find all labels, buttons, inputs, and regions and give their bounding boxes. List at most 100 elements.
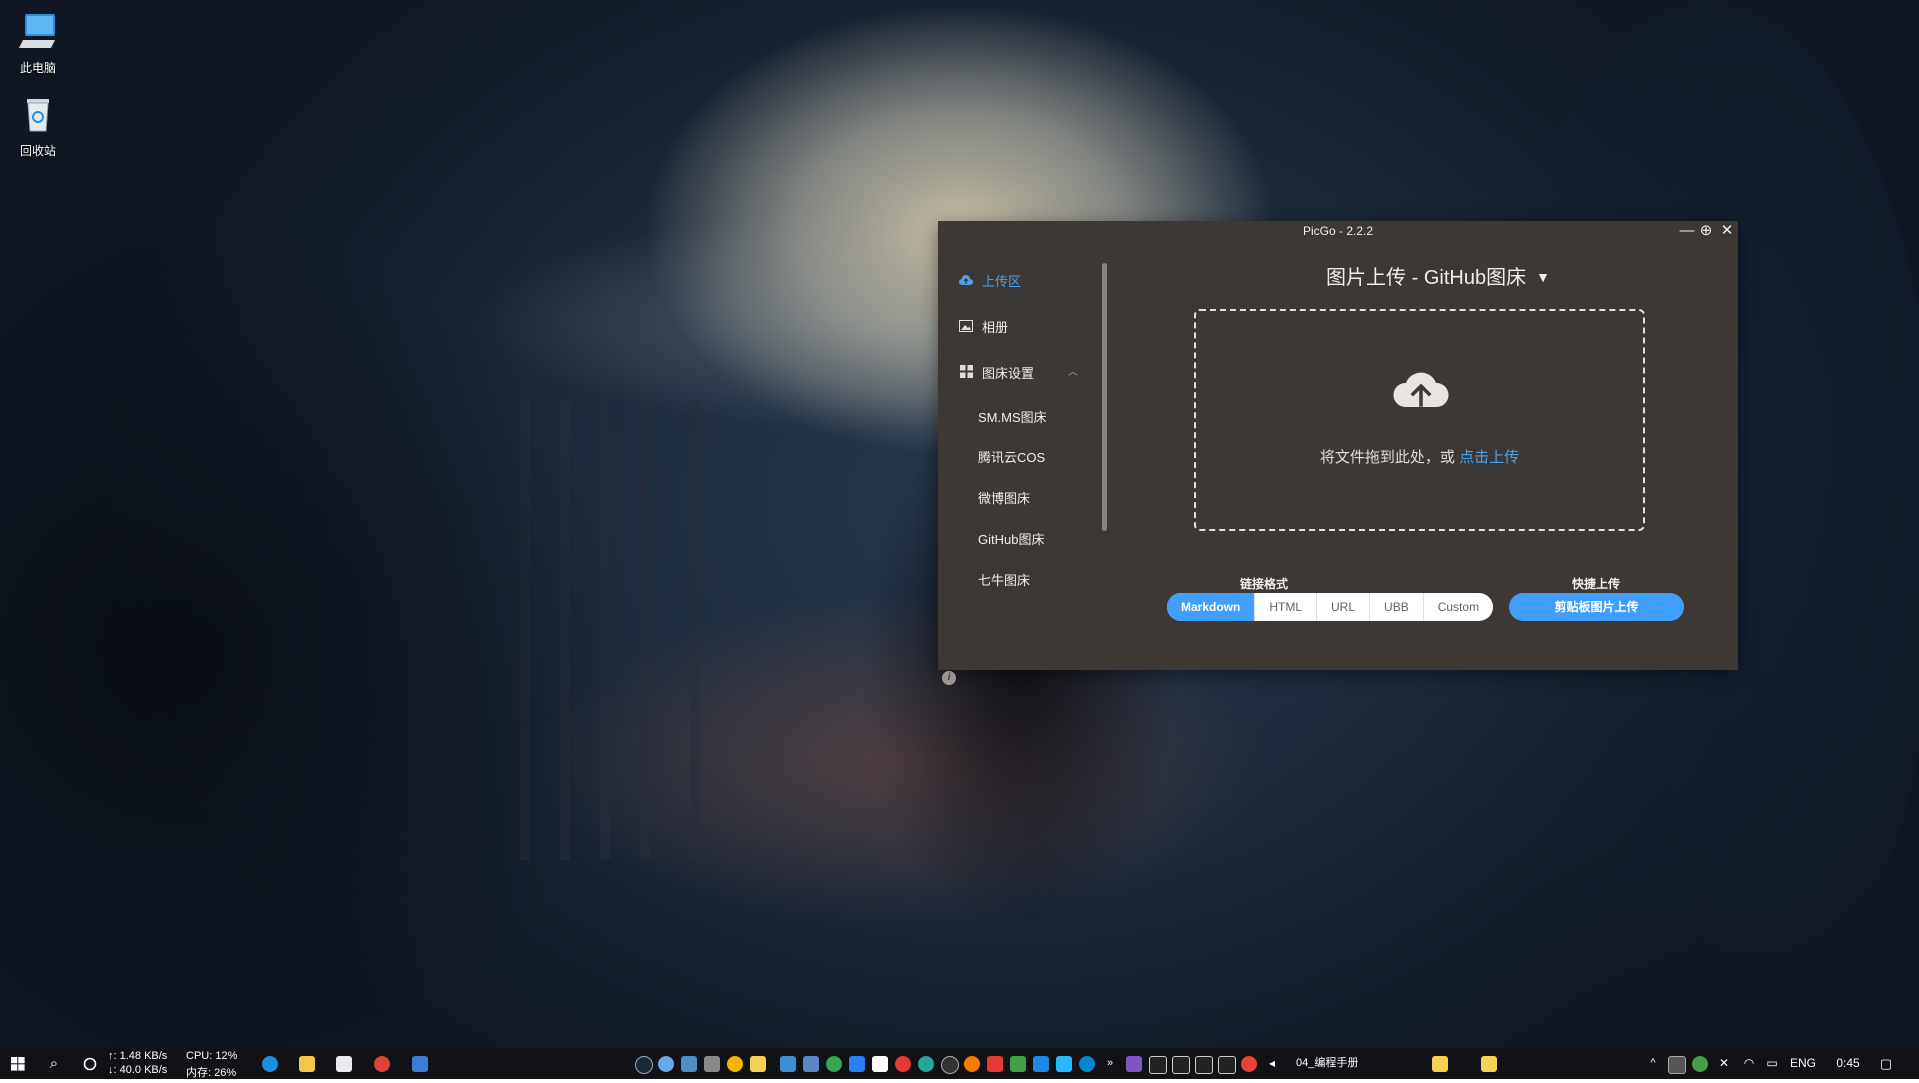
net-upload-speed: ↑: 1.48 KB/s: [108, 1050, 168, 1062]
cloud-upload-icon: [1393, 372, 1449, 407]
tray-app-icon[interactable]: [1056, 1056, 1072, 1072]
notification-center-icon[interactable]: ▢: [1874, 1048, 1898, 1079]
intellij-icon[interactable]: [1149, 1056, 1167, 1074]
tray-app-icon[interactable]: [780, 1056, 796, 1072]
notes-icon[interactable]: [1432, 1056, 1448, 1072]
taskbar-window-label[interactable]: 04_编程手册: [1296, 1048, 1376, 1079]
tray-app-icon[interactable]: [727, 1056, 743, 1072]
tray-app-icon[interactable]: [681, 1056, 697, 1072]
edge-browser-icon[interactable]: [262, 1056, 278, 1072]
picgo-window: PicGo - 2.2.2 — ⊕ ✕ 上传区 相册 图床设置 ︿ SM.MS图…: [938, 221, 1738, 685]
format-custom-button[interactable]: Custom: [1424, 593, 1493, 621]
start-button[interactable]: [6, 1048, 30, 1079]
format-url-button[interactable]: URL: [1317, 593, 1371, 621]
tray-app-icon[interactable]: [803, 1056, 819, 1072]
net-download-speed: ↓: 40.0 KB/s: [108, 1064, 168, 1076]
link-format-label: 链接格式: [1240, 577, 1289, 591]
sidebar-item-smms[interactable]: SM.MS图床: [978, 408, 1047, 428]
search-icon[interactable]: ⌕: [42, 1048, 66, 1079]
memory-usage: 内存: 26%: [186, 1067, 237, 1079]
tray-chevron-up-icon[interactable]: ^: [1645, 1048, 1661, 1079]
quick-upload-label: 快捷上传: [1572, 577, 1621, 591]
sidebar-scrollbar[interactable]: [1102, 263, 1107, 531]
sidebar-item-gallery[interactable]: 相册: [958, 317, 1008, 339]
language-indicator[interactable]: ENG: [1786, 1048, 1820, 1079]
tray-app-icon[interactable]: [1668, 1056, 1686, 1074]
tray-app-icon[interactable]: [1033, 1056, 1049, 1072]
tray-app-icon[interactable]: [826, 1056, 842, 1072]
picgo-taskbar-icon[interactable]: [412, 1056, 428, 1072]
cpu-usage: CPU: 12%: [186, 1050, 238, 1062]
pycharm-icon[interactable]: [1195, 1056, 1213, 1074]
wifi-icon[interactable]: ◠: [1740, 1048, 1758, 1079]
grid-icon: [958, 363, 974, 385]
tray-app-icon[interactable]: [1692, 1056, 1708, 1072]
wallpaper-railing: [690, 400, 700, 860]
cortana-button[interactable]: [78, 1048, 102, 1079]
dropzone-hint: 将文件拖到此处，或 点击上传: [1196, 446, 1643, 467]
visual-studio-icon[interactable]: [1126, 1056, 1142, 1072]
desktop-icon-label: 此电脑: [19, 61, 56, 75]
overflow-chevron-icon[interactable]: »: [1100, 1048, 1120, 1079]
computer-icon: [19, 14, 55, 48]
datagrip-icon[interactable]: [1172, 1056, 1190, 1074]
tray-app-icon[interactable]: [987, 1056, 1003, 1072]
format-ubb-button[interactable]: UBB: [1370, 593, 1424, 621]
tray-app-icon[interactable]: [1241, 1056, 1257, 1072]
link-format-group: Markdown HTML URL UBB Custom: [1167, 593, 1494, 621]
chrome-icon[interactable]: [374, 1056, 390, 1072]
speaker-icon[interactable]: ◂: [1262, 1048, 1282, 1079]
sidebar-item-weibo[interactable]: 微博图床: [978, 489, 1030, 509]
tray-app-icon[interactable]: [849, 1056, 865, 1072]
sidebar-item-github[interactable]: GitHub图床: [978, 530, 1044, 550]
desktop-icon-recycle-bin[interactable]: 回收站: [0, 93, 76, 159]
info-icon[interactable]: i: [942, 671, 956, 685]
pin-button[interactable]: ⊕: [1697, 222, 1715, 240]
desktop-icon-this-pc[interactable]: 此电脑: [0, 10, 76, 76]
format-html-button[interactable]: HTML: [1255, 593, 1318, 621]
webstorm-icon[interactable]: [1218, 1056, 1236, 1074]
dropzone-hint-text: 将文件拖到此处，或: [1319, 449, 1460, 466]
tray-app-icon[interactable]: [941, 1056, 959, 1074]
steam-icon[interactable]: [635, 1056, 653, 1074]
file-explorer-icon[interactable]: [299, 1056, 315, 1072]
sidebar-item-upload[interactable]: 上传区: [958, 271, 1021, 293]
wallpaper-railing: [640, 400, 650, 860]
taskbar: ⌕ ↑: 1.48 KB/s ↓: 40.0 KB/s CPU: 12% 内存:…: [0, 1048, 1919, 1079]
click-upload-link[interactable]: 点击上传: [1459, 449, 1519, 466]
sidebar-item-qiniu[interactable]: 七牛图床: [978, 571, 1030, 591]
tray-app-icon[interactable]: [918, 1056, 934, 1072]
sidebar-item-label: 上传区: [982, 274, 1022, 289]
tray-app-icon[interactable]: [895, 1056, 911, 1072]
desktop-icon-label: 回收站: [19, 144, 56, 158]
sidebar-item-tencent-cos[interactable]: 腾讯云COS: [978, 448, 1045, 468]
battery-icon[interactable]: ▭: [1763, 1048, 1781, 1079]
notes-icon[interactable]: [1481, 1056, 1497, 1072]
page-title: 图片上传 - GitHub图床 ▼: [1138, 261, 1738, 290]
clipboard-upload-button[interactable]: 剪贴板图片上传: [1509, 593, 1684, 621]
tray-app-icon[interactable]: [1079, 1056, 1095, 1072]
tray-app-icon[interactable]: [1010, 1056, 1026, 1072]
store-icon[interactable]: [336, 1056, 352, 1072]
sidebar-item-label: 相册: [982, 320, 1009, 335]
tray-app-icon[interactable]: [872, 1056, 888, 1072]
tray-app-icon[interactable]: [750, 1056, 766, 1072]
sidebar: 上传区 相册 图床设置 ︿ SM.MS图床 腾讯云COS 微博图床 GitHub…: [938, 241, 1107, 685]
sidebar-item-picbed-settings[interactable]: 图床设置 ︿: [958, 363, 1078, 385]
cloud-upload-icon: [958, 271, 974, 293]
clock[interactable]: 0:45: [1830, 1048, 1866, 1079]
tray-app-icon[interactable]: [964, 1056, 980, 1072]
chevron-up-icon: ︿: [1068, 367, 1078, 378]
minimize-button[interactable]: —: [1678, 222, 1696, 240]
format-markdown-button[interactable]: Markdown: [1167, 593, 1256, 621]
page-title-text: 图片上传 - GitHub图床: [1326, 267, 1527, 289]
caret-down-icon[interactable]: ▼: [1536, 269, 1550, 285]
recycle-bin-icon: [27, 99, 49, 132]
close-button[interactable]: ✕: [1718, 222, 1736, 240]
tray-app-icon[interactable]: [658, 1056, 674, 1072]
tray-app-icon[interactable]: [704, 1056, 720, 1072]
sidebar-item-label: 图床设置: [982, 366, 1035, 381]
window-titlebar[interactable]: PicGo - 2.2.2: [938, 221, 1738, 241]
upload-dropzone[interactable]: 将文件拖到此处，或 点击上传: [1194, 309, 1645, 531]
volume-muted-icon[interactable]: ✕: [1715, 1048, 1733, 1079]
